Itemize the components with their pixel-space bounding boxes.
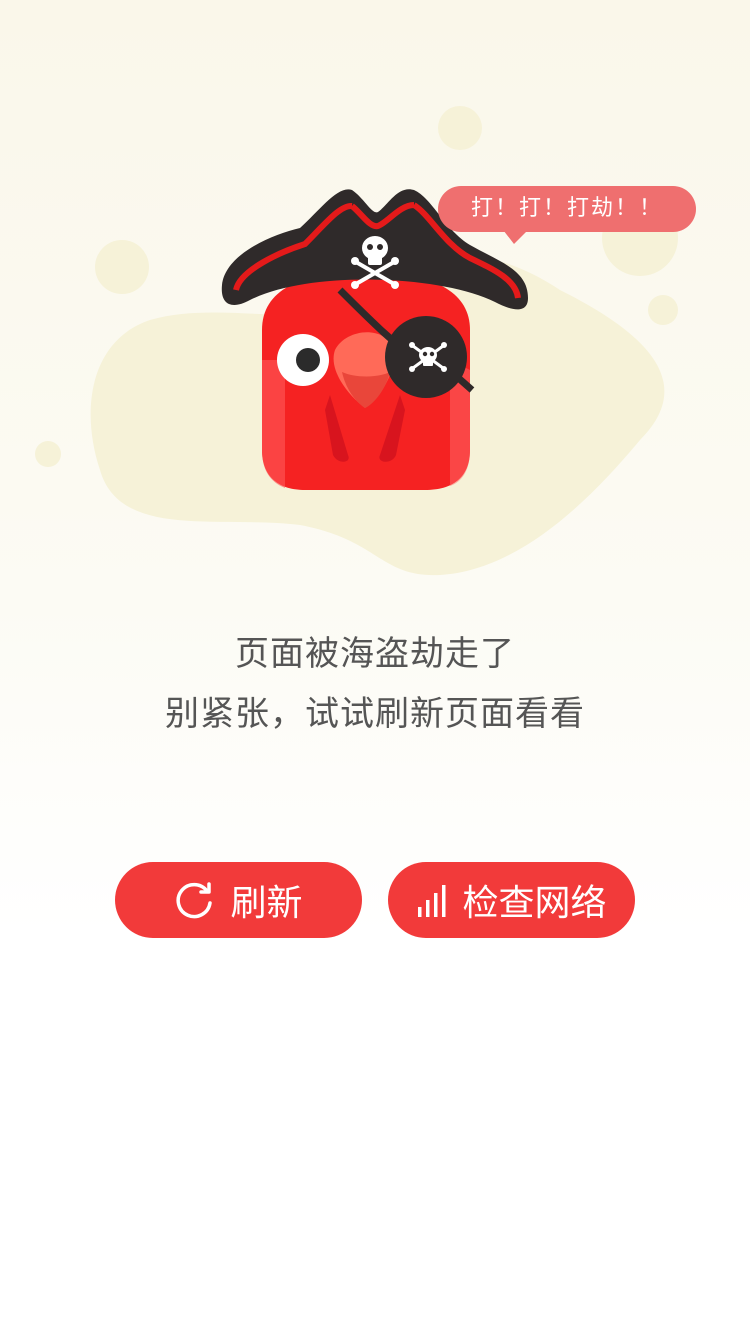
decor-circle	[95, 240, 149, 294]
refresh-button[interactable]: 刷新	[115, 862, 362, 938]
decor-circle	[35, 441, 61, 467]
decor-circle	[438, 106, 482, 150]
pirate-parrot-illustration	[35, 106, 678, 576]
check-network-button-label: 检查网络	[462, 883, 607, 924]
refresh-icon	[174, 879, 216, 921]
check-network-button[interactable]: 检查网络	[388, 862, 635, 938]
speech-bubble: 打！打！打劫！！	[438, 186, 696, 232]
error-title: 页面被海盗劫走了	[235, 634, 515, 674]
error-hint: 别紧张，试试刷新页面看看	[165, 694, 585, 734]
parrot	[262, 272, 475, 490]
decor-circle	[648, 295, 678, 325]
refresh-button-label: 刷新	[230, 883, 303, 924]
signal-bars-icon	[416, 883, 448, 917]
